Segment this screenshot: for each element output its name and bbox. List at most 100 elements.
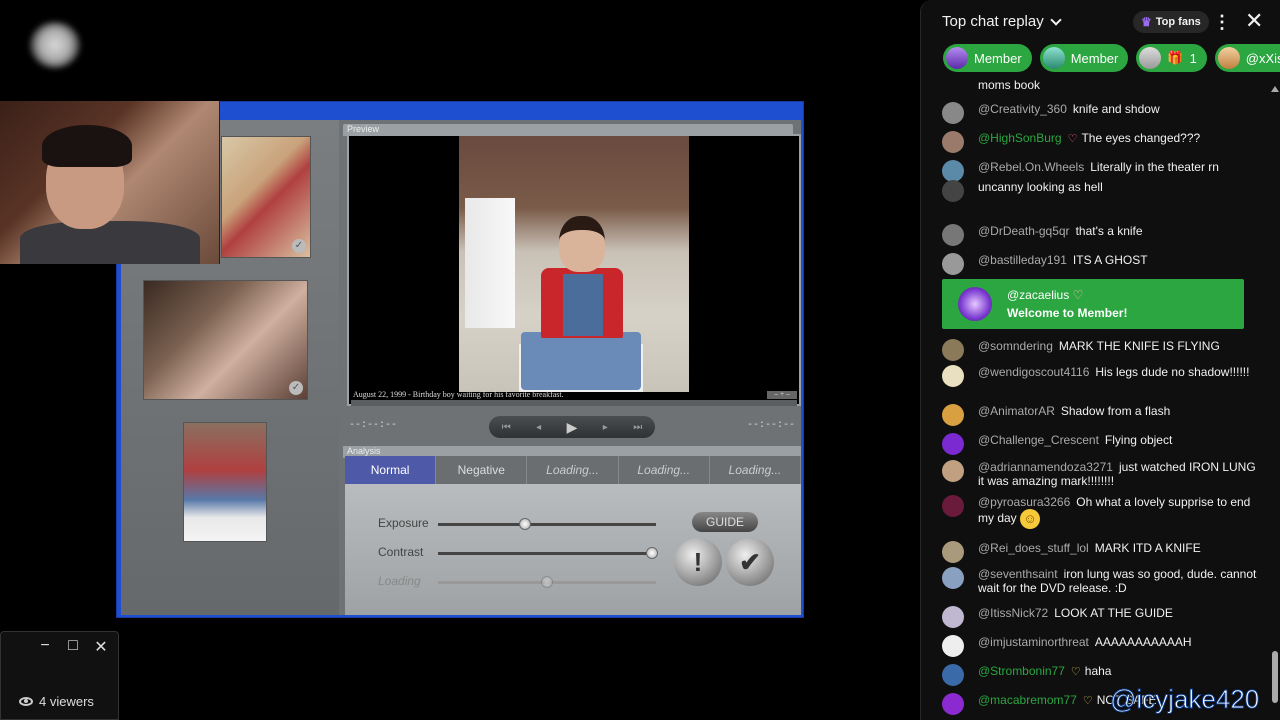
message-text: that's a knife: [1075, 224, 1143, 238]
chat-message-partial: moms book: [942, 78, 1262, 100]
message-text: ITS A GHOST: [1072, 253, 1148, 267]
message-text: moms book: [978, 78, 1041, 92]
member-chip-1[interactable]: Member: [943, 44, 1032, 72]
welcome-text: Welcome to Member!: [1007, 306, 1128, 320]
avatar[interactable]: [942, 567, 964, 589]
message-text: LOOK AT THE GUIDE: [1054, 606, 1173, 620]
chevron-down-icon: [1050, 13, 1062, 26]
playback-controls: --:--:-- ⏮ ◂ ▶ ▸ ⏭ --:--:--: [343, 416, 801, 440]
step-forward-icon[interactable]: ▸: [603, 422, 608, 433]
confirm-button[interactable]: ✔: [726, 538, 774, 586]
message-author[interactable]: @Challenge_Crescent: [978, 433, 1099, 447]
message-author[interactable]: @bastilleday191: [978, 253, 1067, 267]
message-author[interactable]: @wendigoscout4116: [978, 365, 1089, 379]
avatar: [958, 287, 992, 321]
chat-scrollbar[interactable]: [1272, 651, 1278, 703]
message-body: @ItissNick72 LOOK AT THE GUIDE: [978, 606, 1262, 628]
chat-header: Top chat replay ♛ Top fans ⋮ ✕: [921, 0, 1280, 44]
avatar[interactable]: [942, 693, 964, 715]
message-text: AAAAAAAAAAAH: [1094, 635, 1192, 649]
analysis-label: Analysis: [347, 446, 381, 456]
welcome-author-name: @zacaelius: [1007, 288, 1070, 302]
more-options-icon[interactable]: ⋮: [1213, 12, 1231, 32]
membership-welcome-card: @zacaelius ♡ Welcome to Member!: [942, 279, 1244, 329]
message-author[interactable]: @DrDeath-gq5qr: [978, 224, 1070, 238]
minimize-icon[interactable]: −: [38, 637, 52, 657]
photo-thumbnail-3[interactable]: [183, 422, 267, 542]
preview-mini-controls[interactable]: – + –: [767, 391, 797, 399]
gift-chip[interactable]: 🎁 1: [1136, 44, 1207, 72]
avatar[interactable]: [942, 606, 964, 628]
member-chip-4[interactable]: @xXisisIo: [1214, 44, 1280, 72]
webcam-hair: [42, 125, 132, 167]
chat-message: @Rebel.On.Wheels Literally in the theater…: [942, 160, 1262, 182]
transport-bar: ⏮ ◂ ▶ ▸ ⏭: [489, 416, 655, 438]
warning-button[interactable]: !: [674, 538, 722, 586]
message-body: @wendigoscout4116 His legs dude no shadow…: [978, 365, 1262, 387]
message-author[interactable]: @macabremom77: [978, 693, 1077, 707]
message-author[interactable]: @ItissNick72: [978, 606, 1048, 620]
photo-thumbnail-1[interactable]: ✓: [221, 136, 311, 258]
message-author[interactable]: @pyroasura3266: [978, 495, 1070, 509]
chat-message: uncanny looking as hell: [942, 180, 1262, 202]
member-chip-2[interactable]: Member: [1039, 44, 1129, 72]
message-author[interactable]: @Rei_does_stuff_lol: [978, 541, 1089, 555]
preview-scrollbar[interactable]: [351, 400, 797, 406]
message-author[interactable]: @seventhsaint: [978, 567, 1058, 581]
skip-back-icon[interactable]: ⏮: [502, 422, 511, 433]
avatar[interactable]: [942, 339, 964, 361]
tab-loading-3: Loading...: [710, 456, 802, 484]
message-author[interactable]: @Creativity_360: [978, 102, 1067, 116]
photo-kid-head: [559, 216, 605, 272]
message-body: @HighSonBurg ♡ The eyes changed???: [978, 131, 1262, 153]
avatar[interactable]: [942, 460, 964, 482]
avatar[interactable]: [942, 664, 964, 686]
avatar[interactable]: [942, 404, 964, 426]
message-body: @Creativity_360 knife and shdow: [978, 102, 1262, 124]
guide-button[interactable]: GUIDE: [692, 512, 758, 532]
message-author[interactable]: @Strombonin77: [978, 664, 1065, 678]
chip-label: Member: [974, 50, 1022, 66]
avatar[interactable]: [942, 131, 964, 153]
chat-message: @seventhsaint iron lung was so good, dude…: [942, 567, 1262, 595]
close-chat-icon[interactable]: ✕: [1245, 10, 1263, 32]
message-author[interactable]: @somndering: [978, 339, 1053, 353]
maximize-icon[interactable]: □: [66, 637, 80, 657]
photo-thumbnail-2[interactable]: ✓: [143, 280, 308, 400]
welcome-author[interactable]: @zacaelius ♡: [1007, 288, 1083, 302]
viewer-popup: − □ ✕ 4 viewers: [0, 631, 119, 720]
avatar[interactable]: [942, 541, 964, 563]
avatar[interactable]: [942, 635, 964, 657]
avatar[interactable]: [942, 253, 964, 275]
avatar[interactable]: [942, 365, 964, 387]
chat-mode-dropdown[interactable]: Top chat replay: [942, 13, 1062, 30]
avatar[interactable]: [942, 102, 964, 124]
chat-message: @wendigoscout4116 His legs dude no shadow…: [942, 365, 1262, 387]
avatar[interactable]: [942, 433, 964, 455]
chip-avatar: [1042, 47, 1065, 69]
message-text: uncanny looking as hell: [978, 180, 1103, 194]
message-author[interactable]: @AnimatorAR: [978, 404, 1055, 418]
play-icon[interactable]: ▶: [567, 419, 578, 436]
tab-negative[interactable]: Negative: [436, 456, 528, 484]
message-author[interactable]: @imjustaminorthreat: [978, 635, 1089, 649]
message-author[interactable]: @HighSonBurg: [978, 131, 1062, 145]
message-text: MARK ITD A KNIFE: [1094, 541, 1201, 555]
analysis-buttons: GUIDE ! ✔: [340, 498, 800, 613]
message-author[interactable]: @adriannamendoza3271: [978, 460, 1113, 474]
blurred-avatar: [30, 22, 80, 68]
close-icon[interactable]: ✕: [94, 637, 108, 657]
preview-label: Preview: [347, 124, 380, 134]
overlay-artifact: [797, 176, 957, 200]
gift-icon: 🎁: [1167, 50, 1184, 65]
scroll-up-icon[interactable]: [1271, 86, 1279, 92]
tab-normal[interactable]: Normal: [345, 456, 437, 484]
chip-label: @xXisisIo: [1245, 50, 1280, 66]
avatar[interactable]: [942, 224, 964, 246]
avatar[interactable]: [942, 495, 964, 517]
top-fans-button[interactable]: ♛ Top fans: [1133, 11, 1209, 33]
skip-forward-icon[interactable]: ⏭: [633, 422, 642, 433]
step-back-icon[interactable]: ◂: [536, 422, 541, 433]
analysis-tabs: Normal Negative Loading... Loading... Lo…: [345, 456, 802, 484]
message-author[interactable]: @Rebel.On.Wheels: [978, 160, 1084, 174]
